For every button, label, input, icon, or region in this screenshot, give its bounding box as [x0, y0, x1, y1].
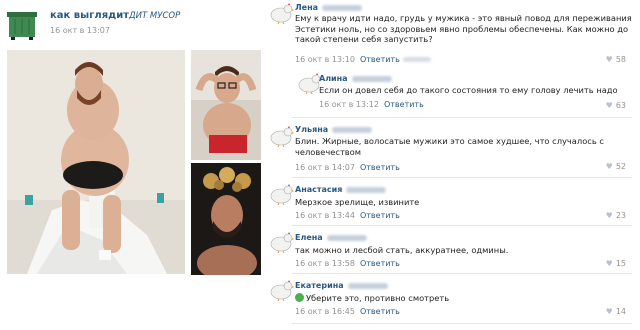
author-surname-blurred — [346, 186, 387, 193]
heart-icon: ♥ — [605, 307, 613, 316]
heart-icon: ♥ — [605, 211, 613, 220]
reply-button[interactable]: Ответить — [360, 307, 400, 316]
like-count: 58 — [615, 55, 626, 64]
like-count: 14 — [615, 307, 626, 316]
like-count: 23 — [615, 211, 626, 220]
comment-author-link[interactable]: Ульяна — [295, 125, 373, 134]
like-button[interactable]: ♥ 63 — [606, 101, 626, 110]
author-name: Ульяна — [295, 125, 329, 134]
comment-author-link[interactable]: Елена — [295, 233, 367, 242]
like-button[interactable]: ♥ 58 — [606, 55, 626, 64]
comment-date[interactable]: 16 окт в 14:07 — [295, 163, 355, 172]
chicken-avatar-icon[interactable] — [268, 183, 294, 205]
group-name-text: как выглядит — [50, 10, 130, 21]
comment-date[interactable]: 16 окт в 13:12 — [319, 100, 379, 109]
author-surname-blurred — [326, 234, 367, 241]
chicken-avatar-icon[interactable] — [268, 125, 294, 147]
author-name: Екатерина — [295, 281, 344, 290]
post-photo-top[interactable] — [191, 50, 261, 160]
author-name: Елена — [295, 233, 323, 242]
reply-extra-blurred — [402, 57, 431, 62]
comment-author-link[interactable]: Екатерина — [295, 281, 388, 290]
comment-meta: 16 окт в 14:07 Ответить — [295, 163, 400, 172]
group-name-link[interactable]: как выглядитДИТ МУСОР — [50, 10, 180, 21]
chicken-avatar-icon[interactable] — [268, 231, 294, 253]
reply-button[interactable]: Ответить — [384, 100, 424, 109]
post-date[interactable]: 16 окт в 13:07 — [50, 26, 110, 35]
comment-meta: 16 окт в 13:10 Ответить — [295, 55, 431, 64]
comment-text: Если он довел себя до такого состояния т… — [319, 85, 618, 95]
comment-author-link[interactable]: Анастасия — [295, 185, 387, 194]
author-name: Лена — [295, 3, 318, 12]
photo-top-image — [191, 50, 261, 160]
like-count: 63 — [615, 101, 626, 110]
comment-author-link[interactable]: Лена — [295, 3, 362, 12]
like-button[interactable]: ♥ 52 — [606, 162, 626, 171]
comment-date[interactable]: 16 окт в 16:45 — [295, 307, 355, 316]
like-button[interactable]: ♥ 15 — [606, 259, 626, 268]
photo-main-image — [7, 50, 185, 274]
chicken-avatar-icon[interactable] — [268, 2, 294, 24]
heart-icon: ♥ — [605, 101, 613, 110]
author-name: Алина — [319, 74, 348, 83]
comment-meta: 16 окт в 13:44 Ответить — [295, 211, 400, 220]
chicken-avatar-icon[interactable] — [268, 279, 294, 301]
comment-text: Уберите это, противно смотреть — [295, 293, 615, 304]
post-header: как выглядитДИТ МУСОР 16 окт в 13:07 — [4, 6, 254, 42]
comment-text: так можно и лесбой стать, аккуратнее, од… — [295, 245, 509, 255]
comment-text-content: Уберите это, противно смотреть — [306, 293, 450, 303]
divider — [292, 273, 632, 274]
like-count: 52 — [615, 162, 626, 171]
comment-date[interactable]: 16 окт в 13:44 — [295, 211, 355, 220]
comment-meta: 16 окт в 13:12 Ответить — [319, 100, 424, 109]
group-name-suffix: ДИТ МУСОР — [129, 11, 181, 21]
comment-meta: 16 окт в 16:45 Ответить — [295, 307, 400, 316]
reply-button[interactable]: Ответить — [360, 211, 400, 220]
author-name: Анастасия — [295, 185, 343, 194]
comment-date[interactable]: 16 окт в 13:58 — [295, 259, 355, 268]
like-button[interactable]: ♥ 14 — [606, 307, 626, 316]
divider — [292, 177, 632, 178]
heart-icon: ♥ — [605, 162, 613, 171]
comment-meta: 16 окт в 13:58 Ответить — [295, 259, 400, 268]
reply-button[interactable]: Ответить — [360, 163, 400, 172]
photo-bottom-image — [191, 163, 261, 275]
heart-icon: ♥ — [605, 259, 613, 268]
author-surname-blurred — [351, 75, 392, 82]
comment-text: Блин. Жирные, волосатые мужики это самое… — [295, 136, 604, 157]
divider — [292, 323, 632, 324]
emoji-sick-icon — [295, 293, 304, 302]
reply-button[interactable]: Ответить — [360, 259, 400, 268]
divider — [292, 117, 632, 118]
author-surname-blurred — [322, 4, 362, 11]
comment-text: Ему к врачу идти надо, грудь у мужика - … — [295, 13, 632, 44]
author-surname-blurred — [332, 126, 373, 133]
heart-icon: ♥ — [605, 55, 613, 64]
trash-bin-icon[interactable] — [4, 6, 40, 42]
comment-text: Мерзкое зрелище, извините — [295, 197, 420, 207]
like-button[interactable]: ♥ 23 — [606, 211, 626, 220]
comment-author-link[interactable]: Алина — [319, 74, 392, 83]
post-photo-main[interactable] — [7, 50, 185, 274]
divider — [292, 225, 632, 226]
comment-date[interactable]: 16 окт в 13:10 — [295, 55, 355, 64]
post-photo-bottom[interactable] — [191, 163, 261, 275]
reply-button[interactable]: Ответить — [360, 55, 400, 64]
like-count: 15 — [615, 259, 626, 268]
author-surname-blurred — [347, 282, 388, 289]
comments-section: Лена Ему к врачу идти надо, грудь у мужи… — [262, 0, 640, 330]
